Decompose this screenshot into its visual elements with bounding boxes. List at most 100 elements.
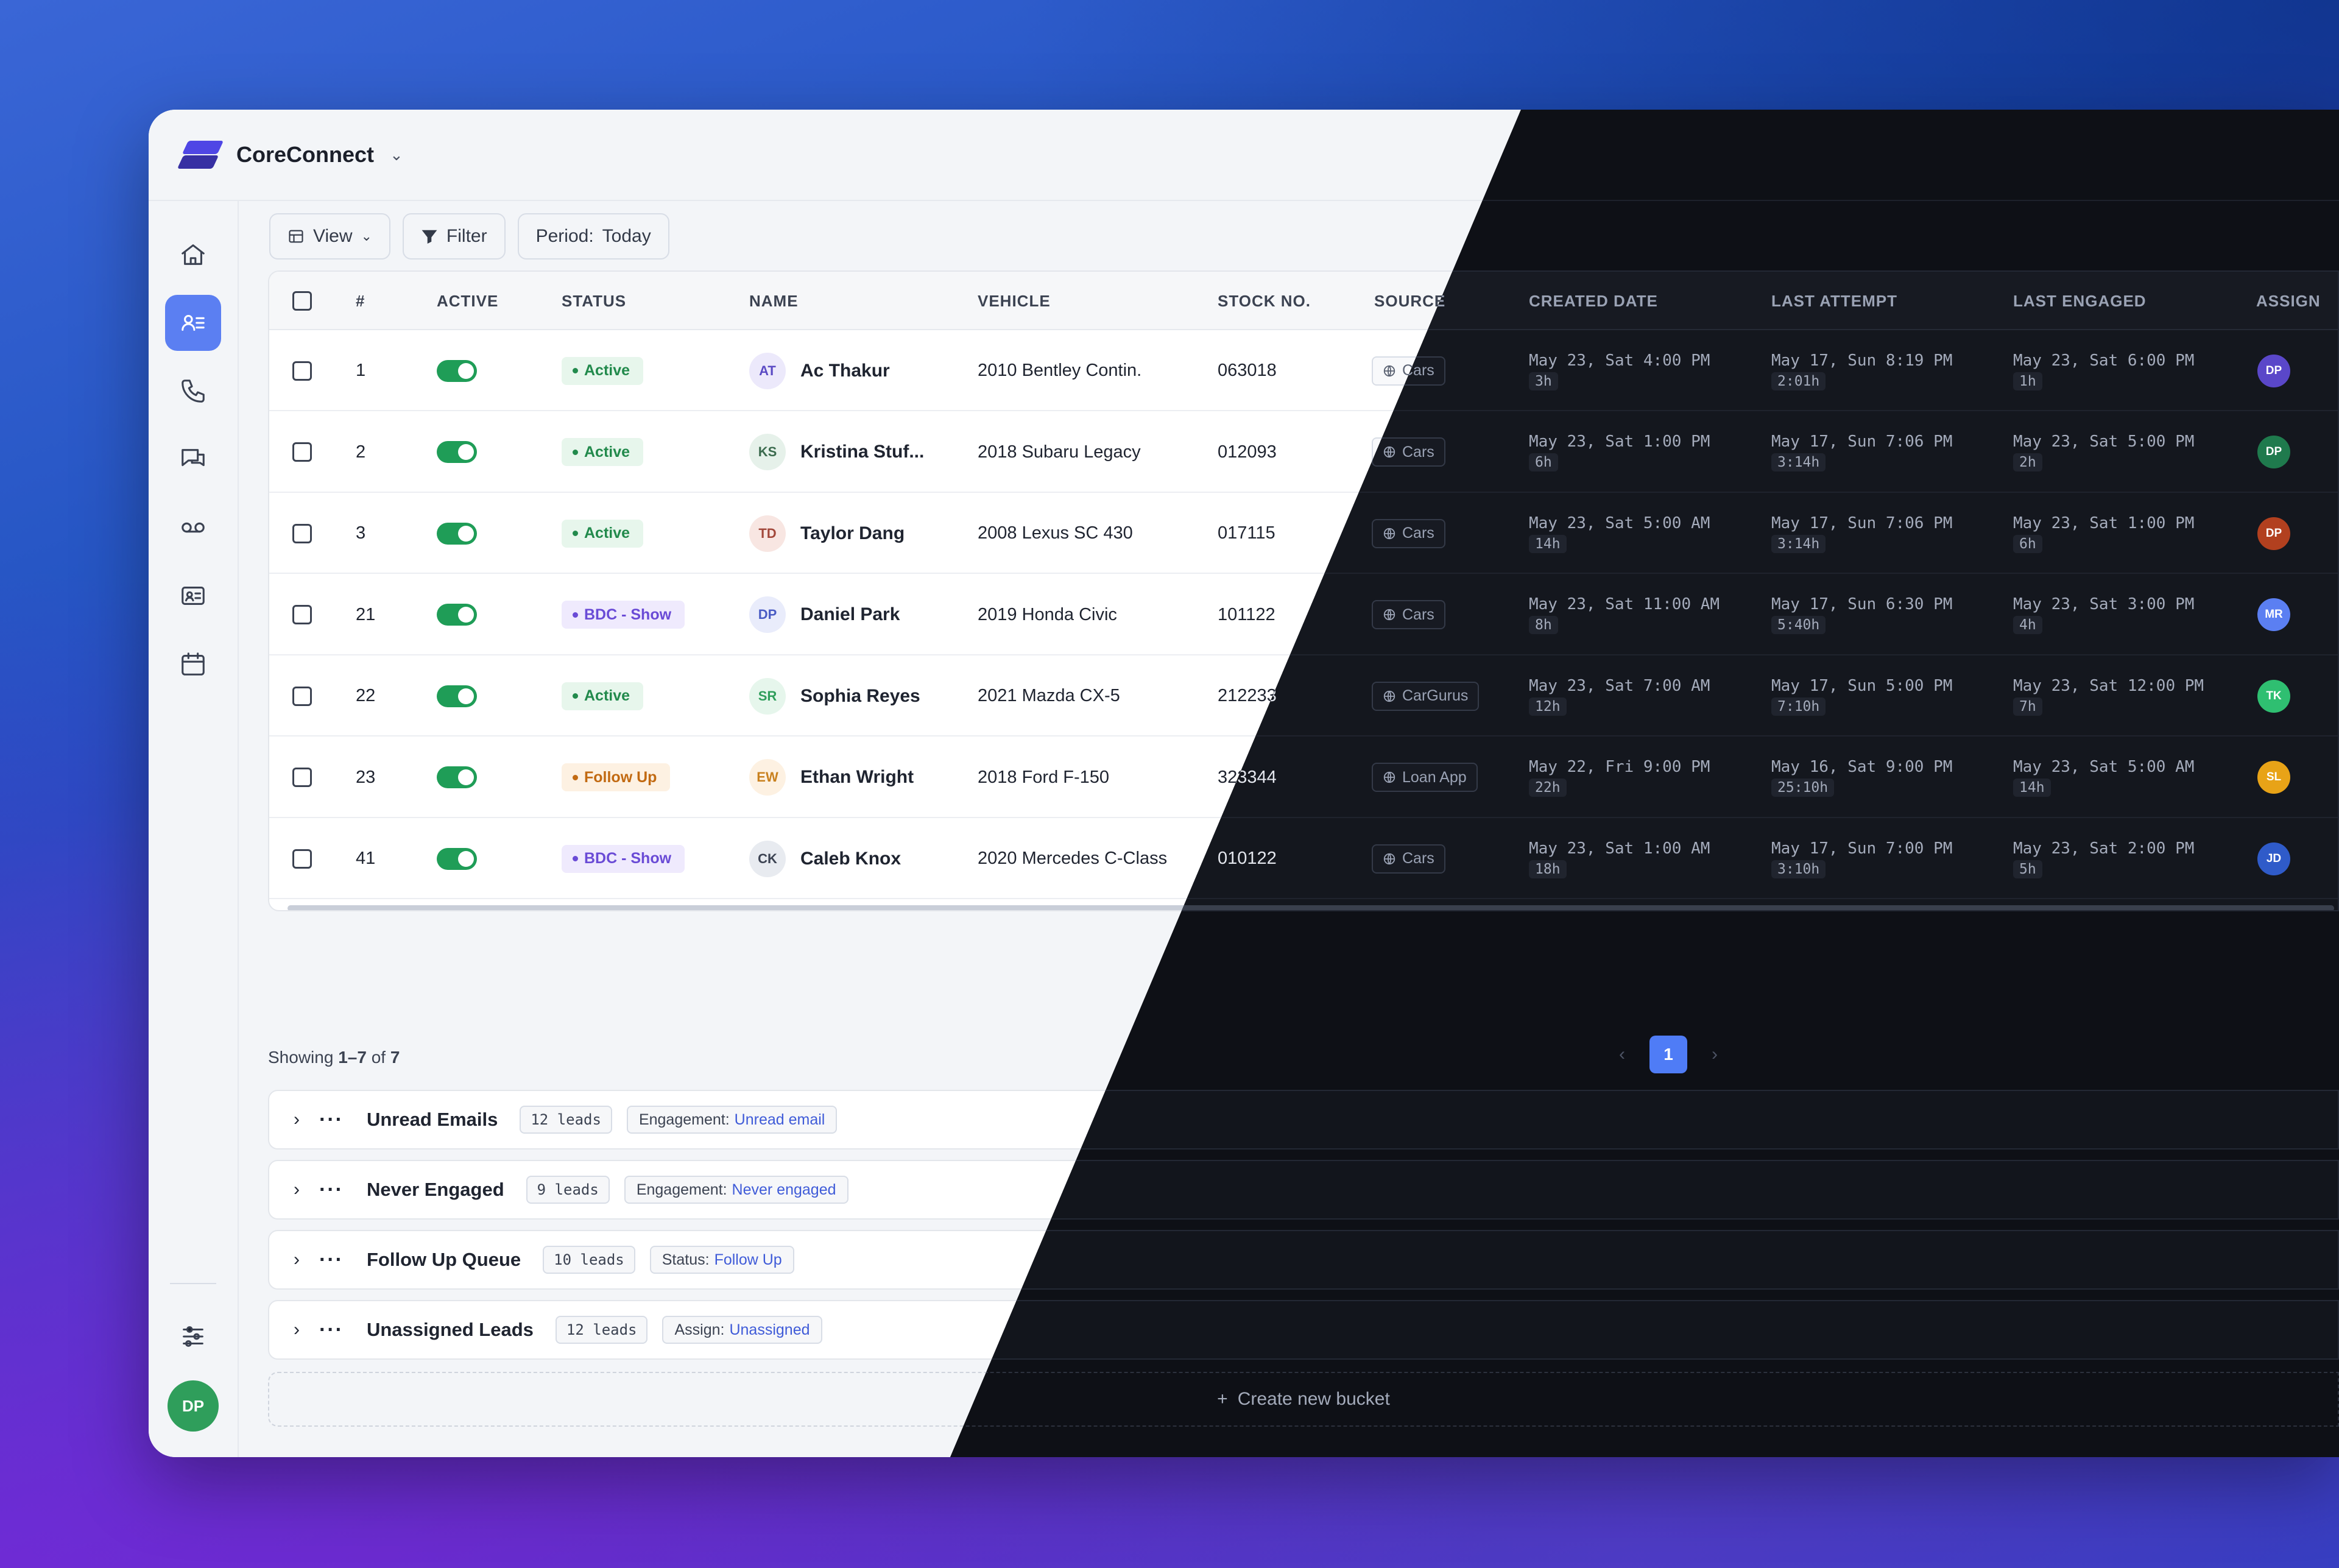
last-attempt-cell: May 16, Sat 9:00 PM 25:10h [1771,737,1952,818]
active-toggle[interactable] [437,604,477,626]
expand-chevron-right-icon[interactable]: › [294,1319,300,1340]
row-checkbox[interactable] [292,849,312,869]
active-toggle[interactable] [437,441,477,463]
status-badge[interactable]: BDC - Show [562,601,685,629]
sidebar-item-leads[interactable] [165,295,221,351]
assign-cell: DP [2257,493,2290,574]
more-options-icon[interactable]: ··· [319,1248,344,1272]
active-toggle[interactable] [437,359,477,382]
status-badge[interactable]: Active [562,356,644,385]
expand-chevron-right-icon[interactable]: › [294,1179,300,1200]
last-attempt-ago: 5:40h [1771,616,1826,634]
active-toggle[interactable] [437,685,477,707]
assignee-avatar[interactable]: JD [2257,842,2290,875]
workspace-chevron-down-icon[interactable]: ⌄ [390,146,403,164]
lead-name-link[interactable]: Ethan Wright [800,767,914,788]
col-header-num[interactable]: # [356,272,365,330]
lead-name-link[interactable]: Sophia Reyes [800,686,920,707]
bucket-filter-chip[interactable]: Assign: Unassigned [662,1316,822,1344]
lead-name-link[interactable]: Kristina Stuf... [800,442,924,462]
lead-name-link[interactable]: Taylor Dang [800,523,905,544]
sidebar-item-calendar[interactable] [165,636,221,692]
created-ago: 12h [1529,697,1567,716]
user-avatar[interactable]: DP [168,1380,219,1432]
assignee-avatar[interactable]: DP [2257,354,2290,387]
view-button[interactable]: View ⌄ [269,213,390,260]
col-header-created-date[interactable]: CREATED DATE [1529,272,1658,330]
assignee-avatar[interactable]: TK [2257,679,2290,713]
sidebar-item-calls[interactable] [165,363,221,419]
col-header-last-attempt[interactable]: LAST ATTEMPT [1771,272,1897,330]
active-toggle[interactable] [437,522,477,545]
sidebar-item-messages[interactable] [165,431,221,487]
last-engaged-ago: 5h [2013,860,2042,878]
lead-avatar: AT [749,352,786,389]
period-label: Period: [535,226,594,246]
col-header-active[interactable]: ACTIVE [437,272,498,330]
status-badge[interactable]: Active [562,682,644,710]
more-options-icon[interactable]: ··· [319,1178,344,1202]
sidebar-item-home[interactable] [165,227,221,283]
active-toggle[interactable] [437,847,477,870]
bucket-title: Unassigned Leads [366,1319,534,1340]
col-header-assign[interactable]: ASSIGN [2256,272,2321,330]
row-checkbox[interactable] [292,686,312,706]
source-label: Cars [1402,443,1434,461]
assignee-avatar[interactable]: SL [2257,761,2290,794]
row-number: 21 [356,604,376,624]
col-header-stock[interactable]: STOCK NO. [1218,272,1311,330]
lead-name-link[interactable]: Caleb Knox [800,849,901,869]
col-header-last-engaged[interactable]: LAST ENGAGED [2013,272,2147,330]
last-attempt-cell: May 17, Sun 7:06 PM 3:14h [1771,412,1952,493]
next-page-icon[interactable]: › [1712,1044,1718,1065]
period-value: Today [602,226,651,246]
lead-avatar: EW [749,759,786,796]
select-all-checkbox[interactable] [292,291,312,311]
filter-button[interactable]: Filter [402,213,506,260]
bucket-filter-chip[interactable]: Engagement: Never engaged [624,1176,848,1204]
name-cell: TD Taylor Dang [749,493,905,574]
bucket-title: Unread Emails [366,1109,498,1130]
expand-chevron-right-icon[interactable]: › [294,1249,300,1270]
lead-name-link[interactable]: Ac Thakur [800,361,890,381]
active-toggle[interactable] [437,766,477,788]
created-date: May 23, Sat 5:00 AM [1529,514,1710,532]
assignee-avatar[interactable]: DP [2257,436,2290,468]
more-options-icon[interactable]: ··· [319,1318,344,1342]
col-header-status[interactable]: STATUS [562,272,626,330]
brand-logo-icon [177,138,224,171]
assign-cell: DP [2257,412,2290,493]
contacts-list-icon [182,314,205,331]
active-cell [437,655,477,736]
sidebar-item-settings[interactable] [165,1308,221,1365]
bucket-filter-chip[interactable]: Engagement: Unread email [626,1106,838,1134]
assignee-avatar[interactable]: MR [2257,598,2290,631]
period-button[interactable]: Period: Today [517,213,669,260]
status-badge[interactable]: Active [562,438,644,466]
page-button-1[interactable]: 1 [1649,1036,1687,1073]
row-checkbox[interactable] [292,361,312,381]
status-badge[interactable]: Active [562,519,644,548]
row-checkbox[interactable] [292,605,312,624]
created-date: May 23, Sat 4:00 PM [1529,351,1710,370]
expand-chevron-right-icon[interactable]: › [294,1109,300,1130]
status-badge[interactable]: Follow Up [562,763,671,791]
col-header-name[interactable]: NAME [749,272,799,330]
bucket-filter-chip[interactable]: Status: Follow Up [649,1246,794,1274]
sidebar-item-contacts[interactable] [165,568,221,624]
row-checkbox[interactable] [292,523,312,543]
more-options-icon[interactable]: ··· [319,1108,344,1132]
last-engaged-cell: May 23, Sat 1:00 PM 6h [2013,493,2194,574]
created-date-cell: May 22, Fri 9:00 PM 22h [1529,737,1710,818]
filter-label: Filter [446,226,487,246]
row-checkbox[interactable] [292,768,312,787]
prev-page-icon[interactable]: ‹ [1619,1044,1625,1065]
sidebar-item-voicemail[interactable] [165,500,221,556]
lead-name-link[interactable]: Daniel Park [800,604,900,625]
col-header-vehicle[interactable]: VEHICLE [978,272,1051,330]
row-checkbox[interactable] [292,442,312,462]
assignee-avatar[interactable]: DP [2257,517,2290,550]
status-badge[interactable]: BDC - Show [562,844,685,873]
last-attempt-ago: 3:10h [1771,860,1826,878]
source-cell: CarGurus [1372,655,1480,736]
